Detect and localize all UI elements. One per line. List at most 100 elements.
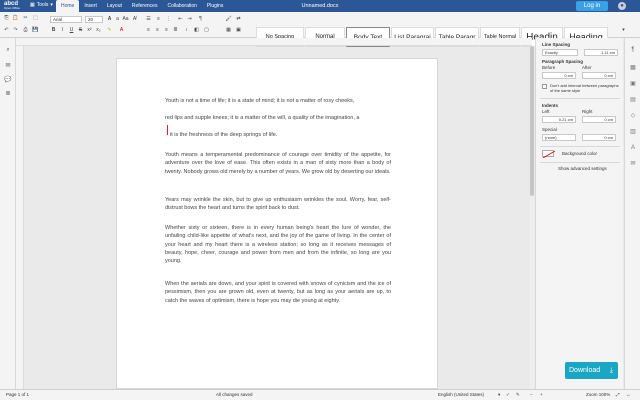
paste-icon[interactable]: 📋 [12, 15, 19, 22]
style-gallery-expand-icon[interactable]: ▾ [620, 27, 627, 34]
align-right-icon[interactable]: ≡ [163, 27, 170, 34]
superscript-icon[interactable]: x² [86, 27, 93, 34]
copy-icon[interactable]: ⎘ [3, 15, 10, 22]
fit-page-icon[interactable]: ⤢ [616, 390, 620, 400]
vertical-ruler[interactable] [16, 46, 24, 389]
background-color-picker[interactable] [542, 150, 556, 159]
strikethrough-icon[interactable]: S [77, 27, 84, 34]
indent-left-input[interactable]: 0.21 cm [542, 116, 576, 123]
show-advanced-link[interactable]: Show advanced settings [558, 166, 607, 171]
navigation-icon[interactable]: ≣ [4, 90, 12, 98]
line-spacing-mode-select[interactable]: Exactly [542, 49, 578, 56]
spellcheck-icon[interactable]: ✓ [506, 390, 510, 400]
indent-left-label: Left [542, 109, 550, 114]
shape-settings-icon[interactable]: ◇ [629, 112, 637, 120]
font-color-icon[interactable]: A [118, 27, 125, 34]
track-changes-icon[interactable]: ✎ [516, 390, 520, 400]
italic-icon[interactable]: I [59, 27, 66, 34]
login-button[interactable]: Log in [576, 1, 608, 11]
bullets-icon[interactable]: ☰ [145, 16, 152, 23]
line-spacing-label: Line Spacing [542, 42, 571, 47]
tab-collaboration[interactable]: Collaboration [162, 0, 201, 12]
paragraph-settings-icon[interactable]: ¶ [629, 46, 637, 54]
undo-icon[interactable]: ↶ [3, 27, 10, 34]
mail-merge-icon[interactable]: ✉ [629, 160, 637, 168]
insert-table-icon[interactable]: ▦ [225, 27, 232, 34]
align-left-icon[interactable]: ≡ [145, 27, 152, 34]
redo-icon[interactable]: ↷ [12, 27, 19, 34]
zoom-out-icon[interactable]: − [530, 390, 533, 400]
paragraph-1[interactable]: Youth is not a time of life; it is a sta… [165, 97, 391, 105]
tab-layout[interactable]: Layout [102, 0, 127, 12]
tab-plugins[interactable]: Plugins [202, 0, 228, 12]
chat-icon[interactable]: 💬 [4, 76, 12, 84]
subscript-icon[interactable]: x₂ [95, 27, 102, 34]
document-page[interactable]: Youth is not a time of life; it is a sta… [116, 58, 438, 389]
shading-icon[interactable]: ◧ [193, 27, 200, 34]
paragraph-3[interactable]: it is the freshness of the deep springs … [170, 131, 396, 139]
line-spacing-value-input[interactable]: 1.11 cm [584, 49, 618, 56]
line-spacing-icon[interactable]: ↕ [183, 27, 190, 34]
page-info[interactable]: Page 1 of 1 [6, 390, 29, 400]
increase-font-icon[interactable]: A [106, 16, 113, 23]
tools-menu[interactable]: ▦ Tools ▾ [30, 2, 53, 8]
special-select[interactable]: (none) [542, 134, 576, 141]
align-justify-icon[interactable]: ≣ [172, 27, 179, 34]
vertical-scrollbar[interactable] [530, 46, 534, 389]
image-settings-icon[interactable]: ▣ [629, 80, 637, 88]
align-center-icon[interactable]: ≡ [154, 27, 161, 34]
decrease-indent-icon[interactable]: ⇤ [177, 16, 184, 23]
search-icon[interactable]: ⌕ [4, 46, 12, 54]
right-sidebar: ¶ ▦ ▣ ▤ ◇ ▥ A ✉ [624, 38, 640, 389]
change-case-icon[interactable]: Aa [122, 16, 129, 23]
language-select[interactable]: English (United States) [438, 390, 484, 400]
left-sidebar: ⌕ ✉ 💬 ≣ [0, 38, 16, 389]
paragraph-7[interactable]: When the aerials are down, and your spir… [165, 280, 391, 305]
tab-insert[interactable]: Insert [79, 0, 102, 12]
fit-width-icon[interactable]: ↔ [626, 390, 631, 400]
nonprinting-icon[interactable]: ¶ [197, 16, 204, 23]
clear-format-icon[interactable]: A̸ [131, 16, 138, 23]
header-footer-icon[interactable]: ▤ [629, 96, 637, 104]
paragraph-5[interactable]: Years may wrinkle the skin, but to give … [165, 196, 391, 213]
select-all-icon[interactable]: ⬚ [32, 15, 39, 22]
download-button[interactable]: Download ⤓ [565, 362, 618, 379]
print-icon[interactable]: ⎙ [22, 27, 29, 34]
special-amount-input[interactable]: 0 cm [582, 134, 616, 141]
numbering-icon[interactable]: ≡ [155, 16, 162, 23]
zoom-level[interactable]: Zoom 100% [586, 390, 610, 400]
horizontal-ruler[interactable] [16, 38, 532, 46]
paragraph-6[interactable]: Whether sixty or sixteen, there is in ev… [165, 224, 391, 265]
table-settings-icon[interactable]: ▦ [629, 64, 637, 72]
highlight-icon[interactable]: ✎ [106, 27, 113, 34]
indent-right-input[interactable]: 0 cm [582, 116, 616, 123]
spacing-before-input[interactable]: 0 cm [542, 72, 576, 79]
zoom-in-icon[interactable]: + [540, 390, 543, 400]
app-logo[interactable]: abcd Open Office [4, 1, 26, 11]
underline-icon[interactable]: U [68, 27, 75, 34]
save-icon[interactable]: 💾 [32, 27, 39, 34]
increase-indent-icon[interactable]: ⇥ [186, 16, 193, 23]
font-name-select[interactable]: Arial [50, 16, 82, 23]
tab-references[interactable]: References [127, 0, 163, 12]
textart-settings-icon[interactable]: A [629, 144, 637, 152]
cut-icon[interactable]: ✂ [22, 15, 29, 22]
borders-icon[interactable]: ▢ [203, 27, 210, 34]
multilevel-icon[interactable]: ⋮ [165, 16, 172, 23]
copy-style-icon[interactable]: 🖌 [225, 16, 232, 23]
font-size-select[interactable]: 20 [85, 16, 103, 23]
comments-icon[interactable]: ✉ [4, 62, 12, 70]
paragraph-4[interactable]: Youth means a temperamental predominance… [165, 151, 391, 176]
decrease-font-icon[interactable]: a [114, 16, 121, 23]
no-interval-checkbox[interactable] [542, 84, 547, 89]
paragraph-2[interactable]: red lips and supple knees; it is a matte… [165, 114, 391, 122]
scroll-thumb[interactable] [530, 46, 534, 196]
tab-home[interactable]: Home [56, 0, 80, 12]
chart-settings-icon[interactable]: ▥ [629, 128, 637, 136]
insert-image-icon[interactable]: ▣ [235, 27, 242, 34]
replace-icon[interactable]: ⇄ [235, 16, 242, 23]
spacing-after-input[interactable]: 0 cm [582, 72, 616, 79]
bold-icon[interactable]: B [50, 27, 57, 34]
before-label: Before [542, 65, 556, 70]
user-icon[interactable]: ● [618, 2, 626, 10]
